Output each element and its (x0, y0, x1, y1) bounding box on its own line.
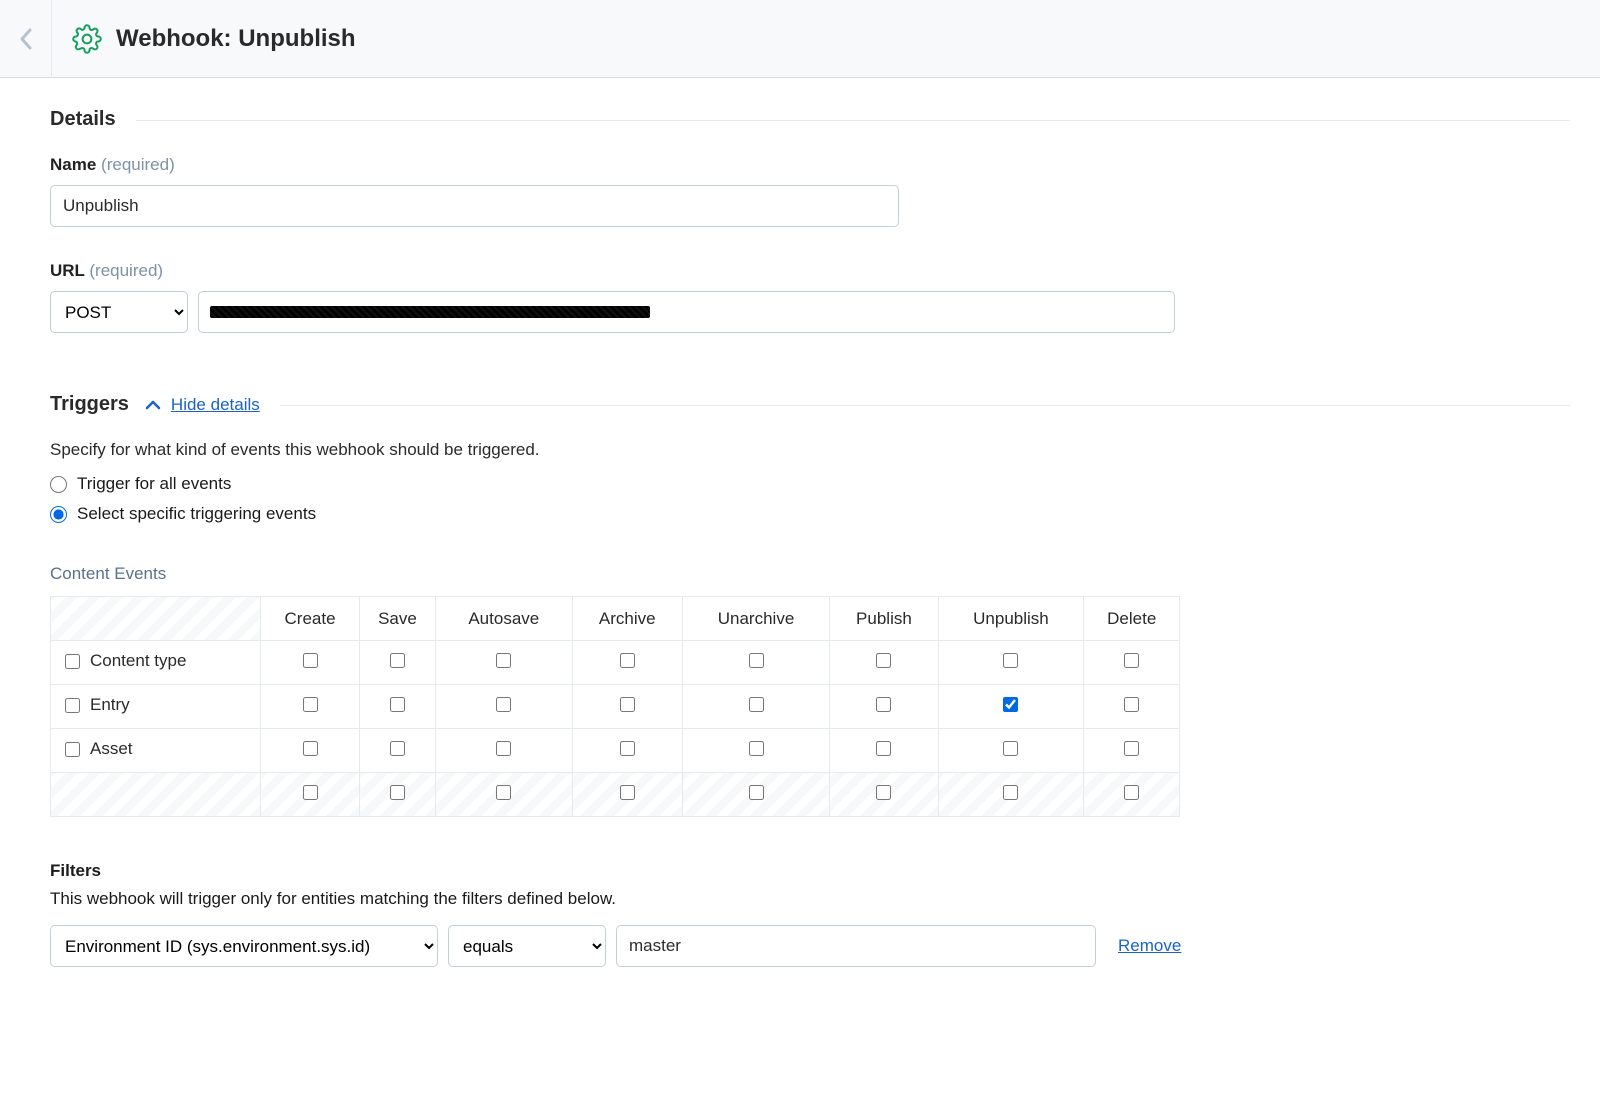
event-checkbox[interactable] (496, 697, 511, 712)
event-checkbox[interactable] (303, 653, 318, 668)
events-table: Create Save Autosave Archive Unarchive P… (50, 596, 1180, 817)
name-label: Name (required) (50, 155, 1570, 175)
radio-specific-events[interactable]: Select specific triggering events (50, 504, 1570, 524)
column-checkbox[interactable] (303, 785, 318, 800)
event-checkbox[interactable] (1124, 653, 1139, 668)
event-checkbox[interactable] (876, 741, 891, 756)
col-unarchive: Unarchive (682, 597, 830, 641)
url-input[interactable] (198, 291, 1175, 333)
collapse-toggle[interactable]: Hide details (145, 395, 260, 415)
column-checkbox[interactable] (620, 785, 635, 800)
col-publish: Publish (830, 597, 938, 641)
radio-all-events-input[interactable] (50, 476, 67, 493)
chevron-left-icon (19, 28, 33, 50)
column-checkbox[interactable] (1124, 785, 1139, 800)
filter-field-select[interactable]: Environment ID (sys.environment.sys.id) (50, 925, 438, 967)
chevron-up-icon (145, 399, 161, 411)
col-autosave: Autosave (435, 597, 572, 641)
event-checkbox[interactable] (390, 741, 405, 756)
event-checkbox[interactable] (496, 741, 511, 756)
page-header: Webhook: Unpublish (0, 0, 1600, 78)
filters-heading: Filters (50, 861, 1570, 881)
row-toggle[interactable]: Asset (65, 739, 133, 759)
section-heading-details: Details (30, 108, 1570, 131)
row-toggle[interactable]: Content type (65, 651, 186, 671)
event-checkbox[interactable] (1003, 741, 1018, 756)
event-checkbox[interactable] (749, 741, 764, 756)
event-checkbox[interactable] (390, 653, 405, 668)
event-checkbox[interactable] (876, 653, 891, 668)
event-checkbox[interactable] (1124, 697, 1139, 712)
filter-row: Environment ID (sys.environment.sys.id) … (50, 925, 1570, 967)
event-checkbox[interactable] (876, 697, 891, 712)
event-checkbox[interactable] (620, 741, 635, 756)
column-checkbox[interactable] (876, 785, 891, 800)
hide-details-link[interactable]: Hide details (171, 395, 260, 415)
name-input[interactable] (50, 185, 899, 227)
column-checkbox[interactable] (749, 785, 764, 800)
col-archive: Archive (572, 597, 682, 641)
filter-value-input[interactable] (616, 925, 1096, 967)
col-save: Save (360, 597, 436, 641)
events-footer-corner (51, 773, 261, 817)
radio-all-events[interactable]: Trigger for all events (50, 474, 1570, 494)
event-checkbox[interactable] (496, 653, 511, 668)
filters-description: This webhook will trigger only for entit… (50, 889, 1570, 909)
section-heading-triggers: Triggers Hide details (30, 393, 1570, 416)
url-label: URL (required) (50, 261, 1570, 281)
column-checkbox[interactable] (496, 785, 511, 800)
triggers-description: Specify for what kind of events this web… (50, 440, 1570, 460)
page-title: Webhook: Unpublish (116, 25, 356, 53)
event-checkbox[interactable] (749, 697, 764, 712)
col-delete: Delete (1084, 597, 1180, 641)
event-checkbox[interactable] (303, 741, 318, 756)
event-checkbox[interactable] (390, 697, 405, 712)
details-title: Details (50, 108, 116, 131)
radio-specific-events-input[interactable] (50, 506, 67, 523)
event-checkbox[interactable] (1124, 741, 1139, 756)
gear-icon (72, 24, 102, 54)
event-checkbox[interactable] (620, 653, 635, 668)
content-events-label: Content Events (50, 564, 1570, 584)
filter-operator-select[interactable]: equals (448, 925, 606, 967)
column-checkbox[interactable] (1003, 785, 1018, 800)
triggers-title: Triggers (50, 393, 129, 416)
event-checkbox[interactable] (303, 697, 318, 712)
event-checkbox[interactable] (749, 653, 764, 668)
col-create: Create (261, 597, 360, 641)
http-method-select[interactable]: POST (50, 291, 188, 333)
back-button[interactable] (0, 0, 52, 78)
event-checkbox[interactable] (1003, 653, 1018, 668)
events-corner (51, 597, 261, 641)
event-checkbox[interactable] (1003, 697, 1018, 712)
row-checkbox[interactable] (65, 698, 80, 713)
row-checkbox[interactable] (65, 654, 80, 669)
event-checkbox[interactable] (620, 697, 635, 712)
row-checkbox[interactable] (65, 742, 80, 757)
filter-remove-link[interactable]: Remove (1118, 936, 1181, 956)
column-checkbox[interactable] (390, 785, 405, 800)
col-unpublish: Unpublish (938, 597, 1084, 641)
row-toggle[interactable]: Entry (65, 695, 130, 715)
